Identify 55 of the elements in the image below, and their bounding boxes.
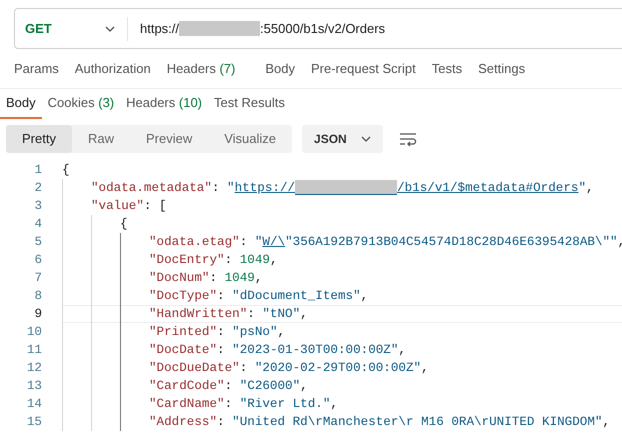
line-number: 4	[33, 216, 42, 233]
tab[interactable]: Params	[6, 51, 67, 88]
line-number: 1	[33, 162, 42, 179]
tab[interactable]: Body	[0, 89, 42, 119]
code-line: "DocDate": "2023-01-30T00:00:00Z",	[149, 342, 406, 359]
tab[interactable]: Authorization	[66, 51, 159, 88]
link[interactable]: /b1s/v1/$metadata#Orders	[397, 180, 578, 195]
code-line: "Address": "United Rd\rManchester\r M16 0RA\rUNITED KINGDOM",	[149, 414, 610, 431]
code-line: "CardName": "River Ltd.",	[149, 396, 338, 413]
caret-icon	[360, 136, 371, 142]
code-line: "DocNum": 1049,	[149, 270, 262, 287]
url-text[interactable]: https://	[140, 18, 180, 38]
view-mode-tab[interactable]: Preview	[130, 125, 208, 153]
format-dropdown[interactable]: JSON	[302, 125, 383, 153]
code-line: "DocType": "dDocument_Items",	[149, 288, 368, 305]
line-number: 7	[33, 270, 42, 287]
line-number: 9	[33, 306, 42, 323]
view-mode-tab[interactable]: Raw	[72, 125, 130, 153]
tab[interactable]: Headers (10)	[120, 89, 208, 119]
code-line: "DocDueDate": "2020-02-29T00:00:00Z",	[149, 360, 429, 377]
tab[interactable]: Test Results	[208, 89, 291, 119]
code-line: "Printed": "psNo",	[149, 324, 286, 341]
tab[interactable]: Tests	[424, 51, 470, 88]
line-number: 6	[33, 252, 42, 269]
view-mode-tab[interactable]: Pretty	[6, 125, 72, 153]
view-mode-tab[interactable]: Visualize	[208, 125, 292, 153]
line-number: 8	[33, 288, 42, 305]
line-number: 15	[26, 414, 42, 431]
line-number: 12	[26, 360, 42, 377]
caret-icon	[105, 26, 115, 32]
code-line: {	[120, 216, 128, 233]
url-text[interactable]: :55000/b1s/v2/Orders	[260, 18, 386, 38]
code-line: "DocEntry": 1049,	[149, 252, 278, 269]
code-line: "HandWritten": "tNO",	[149, 306, 308, 323]
tab[interactable]: Settings	[470, 51, 534, 88]
line-number: 5	[33, 234, 42, 251]
code-line: "value": [	[91, 198, 167, 215]
tab[interactable]: Pre-request Script	[302, 51, 424, 88]
line-number: 13	[26, 378, 42, 395]
line-number: 10	[26, 324, 42, 341]
tab[interactable]: Headers (7)	[158, 51, 244, 88]
method-dropdown[interactable]: GET	[15, 9, 127, 48]
code-line: {	[62, 162, 70, 179]
line-number: 11	[26, 342, 42, 359]
code-line: "odata.etag": "W/\"356A192B7913B04C54574D18C28D46E6395428AB\"",	[149, 234, 622, 251]
line-number: 3	[33, 198, 42, 215]
link[interactable]: https://	[234, 180, 296, 195]
wrap-icon[interactable]	[398, 132, 417, 146]
line-number: 2	[33, 180, 42, 197]
line-number: 14	[26, 396, 42, 413]
tab[interactable]: Cookies (3)	[42, 89, 120, 119]
link[interactable]: W/\	[262, 234, 286, 249]
code-line: "CardCode": "C26000",	[149, 378, 308, 395]
code-line: "odata.metadata": "https:// /b1s/v1/$metadata#Orders",	[91, 178, 594, 197]
tab[interactable]: Body	[257, 51, 303, 88]
